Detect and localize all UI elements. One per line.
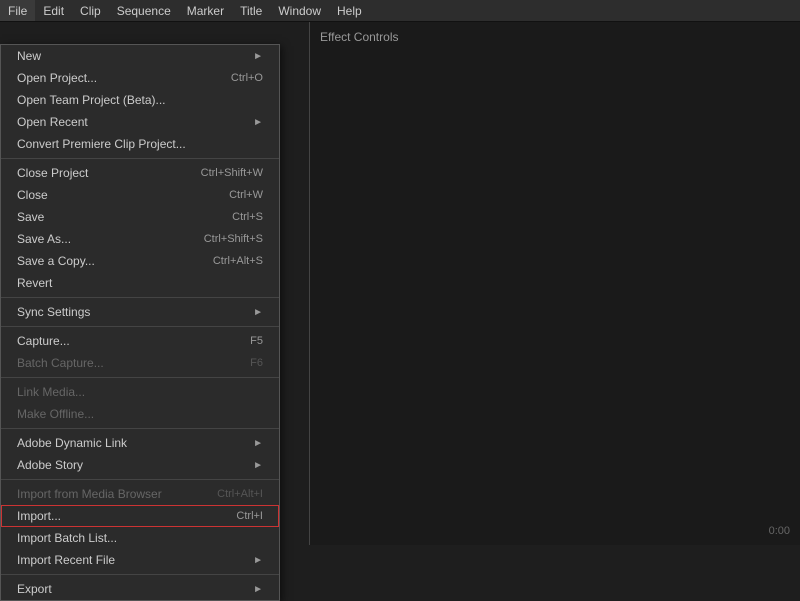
main-area: New ► Open Project... Ctrl+O Open Team P… <box>0 22 800 545</box>
menu-item-save-copy[interactable]: Save a Copy... Ctrl+Alt+S <box>1 250 279 272</box>
menu-item-revert[interactable]: Revert <box>1 272 279 294</box>
separator-3 <box>1 326 279 327</box>
menu-marker[interactable]: Marker <box>179 0 232 21</box>
menu-item-link-media[interactable]: Link Media... <box>1 381 279 403</box>
menu-item-import-from-media-browser[interactable]: Import from Media Browser Ctrl+Alt+I <box>1 483 279 505</box>
menu-item-convert-premiere[interactable]: Convert Premiere Clip Project... <box>1 133 279 155</box>
effect-controls-label: Effect Controls <box>310 22 800 52</box>
menu-item-save-as[interactable]: Save As... Ctrl+Shift+S <box>1 228 279 250</box>
menu-edit[interactable]: Edit <box>35 0 72 21</box>
menu-help[interactable]: Help <box>329 0 370 21</box>
separator-7 <box>1 574 279 575</box>
menu-title[interactable]: Title <box>232 0 270 21</box>
menu-item-export[interactable]: Export ► <box>1 578 279 600</box>
menu-window[interactable]: Window <box>270 0 329 21</box>
menubar: File Edit Clip Sequence Marker Title Win… <box>0 0 800 22</box>
right-panel: Effect Controls 0:00 <box>310 22 800 545</box>
menu-item-batch-capture[interactable]: Batch Capture... F6 <box>1 352 279 374</box>
menu-clip[interactable]: Clip <box>72 0 109 21</box>
menu-item-close[interactable]: Close Ctrl+W <box>1 184 279 206</box>
menu-file[interactable]: File <box>0 0 35 21</box>
menu-item-sync-settings[interactable]: Sync Settings ► <box>1 301 279 323</box>
separator-1 <box>1 158 279 159</box>
menu-item-open-project[interactable]: Open Project... Ctrl+O <box>1 67 279 89</box>
menu-item-make-offline[interactable]: Make Offline... <box>1 403 279 425</box>
separator-6 <box>1 479 279 480</box>
left-panel: New ► Open Project... Ctrl+O Open Team P… <box>0 22 310 545</box>
menu-item-adobe-dynamic-link[interactable]: Adobe Dynamic Link ► <box>1 432 279 454</box>
menu-item-import[interactable]: Import... Ctrl+I <box>1 505 279 527</box>
menu-item-import-batch-list[interactable]: Import Batch List... <box>1 527 279 549</box>
menu-item-capture[interactable]: Capture... F5 <box>1 330 279 352</box>
menu-item-import-recent-file[interactable]: Import Recent File ► <box>1 549 279 571</box>
menu-item-save[interactable]: Save Ctrl+S <box>1 206 279 228</box>
file-dropdown-menu: New ► Open Project... Ctrl+O Open Team P… <box>0 44 280 601</box>
timecode-display: 0:00 <box>769 525 790 537</box>
separator-2 <box>1 297 279 298</box>
separator-4 <box>1 377 279 378</box>
menu-item-adobe-story[interactable]: Adobe Story ► <box>1 454 279 476</box>
menu-item-new[interactable]: New ► <box>1 45 279 67</box>
menu-item-close-project[interactable]: Close Project Ctrl+Shift+W <box>1 162 279 184</box>
separator-5 <box>1 428 279 429</box>
menu-sequence[interactable]: Sequence <box>109 0 179 21</box>
menu-item-open-recent[interactable]: Open Recent ► <box>1 111 279 133</box>
menu-item-open-team-project[interactable]: Open Team Project (Beta)... <box>1 89 279 111</box>
